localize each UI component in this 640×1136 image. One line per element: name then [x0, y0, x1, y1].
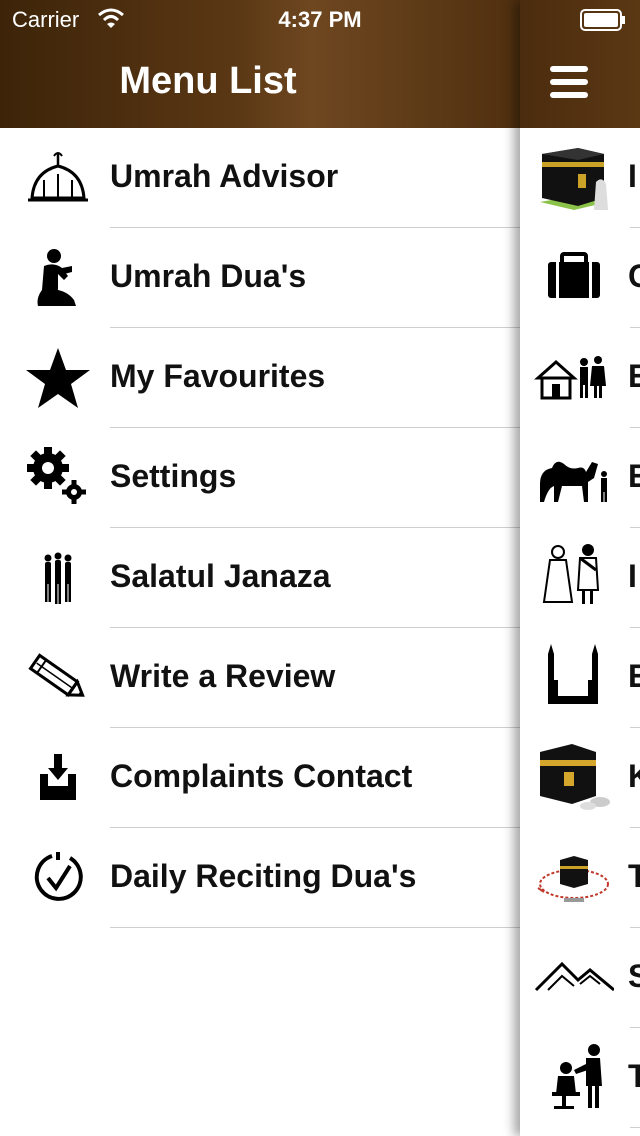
divider: [110, 927, 520, 928]
haircut-icon: [552, 1044, 602, 1109]
briefcase-icon: [548, 252, 600, 298]
menu-list: Umrah Advisor Umrah Dua's My Favourites: [0, 128, 520, 928]
house-family-icon: [534, 356, 606, 400]
menu-item-umrah-duas[interactable]: Umrah Dua's: [0, 228, 520, 328]
menu-item-label: Complaints Contact: [110, 758, 413, 794]
minarets-icon: [548, 644, 598, 704]
main-list-item-label: I: [628, 158, 637, 194]
menu-item-settings[interactable]: Settings: [0, 428, 520, 528]
main-list-item[interactable]: C: [520, 228, 640, 328]
camel-icon: [540, 461, 607, 502]
main-list-item[interactable]: T: [520, 1028, 640, 1128]
pencil-icon: [28, 653, 85, 697]
main-list-item[interactable]: T: [520, 828, 640, 928]
main-list-item[interactable]: I: [520, 528, 640, 628]
menu-title: Menu List: [119, 60, 297, 102]
ihram-couple-icon: [542, 544, 600, 604]
gears-icon: [27, 447, 86, 504]
menu-item-label: Settings: [110, 458, 237, 494]
divider: [630, 1127, 640, 1128]
tawaf-diagram-icon: [537, 856, 609, 902]
star-icon: [26, 348, 90, 408]
main-list-item[interactable]: I: [520, 128, 640, 228]
main-list: I C E E I E K T S T: [520, 128, 640, 1128]
main-list-item[interactable]: S: [520, 928, 640, 1028]
battery-icon: [580, 9, 625, 31]
main-list-item[interactable]: E: [520, 328, 640, 428]
main-list-item-label: K: [628, 758, 640, 794]
menu-item-label: Write a Review: [110, 658, 336, 694]
menu-drawer: Menu List Umrah Advisor Umrah Dua's My F…: [0, 0, 520, 1136]
status-time: 4:37 PM: [278, 7, 362, 32]
praying-person-icon: [37, 249, 76, 306]
mosque-dome-icon: [28, 152, 88, 202]
menu-item-daily-reciting-duas[interactable]: Daily Reciting Dua's: [0, 828, 520, 928]
checkmark-clock-icon: [34, 852, 83, 901]
main-list-item-label: E: [628, 358, 640, 394]
menu-item-salatul-janaza[interactable]: Salatul Janaza: [0, 528, 520, 628]
main-list-item[interactable]: E: [520, 428, 640, 528]
menu-item-label: Umrah Advisor: [110, 158, 339, 194]
menu-item-label: Umrah Dua's: [110, 258, 307, 294]
main-list-item-label: T: [628, 1058, 640, 1094]
menu-item-label: My Favourites: [110, 358, 326, 394]
main-list-item-label: E: [628, 458, 640, 494]
main-list-item[interactable]: E: [520, 628, 640, 728]
menu-item-label: Salatul Janaza: [110, 558, 331, 594]
menu-item-label: Daily Reciting Dua's: [110, 858, 417, 894]
menu-item-complaints-contact[interactable]: Complaints Contact: [0, 728, 520, 828]
kaaba-cloth-icon: [540, 744, 610, 810]
main-list-item-label: T: [628, 858, 640, 894]
menu-item-write-a-review[interactable]: Write a Review: [0, 628, 520, 728]
inbox-download-icon: [40, 754, 76, 800]
standing-people-icon: [44, 552, 72, 604]
main-content-panel[interactable]: I C E E I E K T S T: [520, 0, 640, 1136]
status-bar: Carrier 4:37 PM: [0, 0, 640, 40]
main-list-item-label: E: [628, 658, 640, 694]
mountains-icon: [534, 961, 614, 992]
menu-item-my-favourites[interactable]: My Favourites: [0, 328, 520, 428]
main-list-item-label: S: [628, 958, 640, 994]
kaaba-icon: [540, 148, 608, 210]
menu-item-umrah-advisor[interactable]: Umrah Advisor: [0, 128, 520, 228]
main-list-item-label: I: [628, 558, 637, 594]
main-list-item-label: C: [628, 258, 640, 294]
main-list-item[interactable]: K: [520, 728, 640, 828]
hamburger-menu-icon[interactable]: [550, 66, 590, 100]
